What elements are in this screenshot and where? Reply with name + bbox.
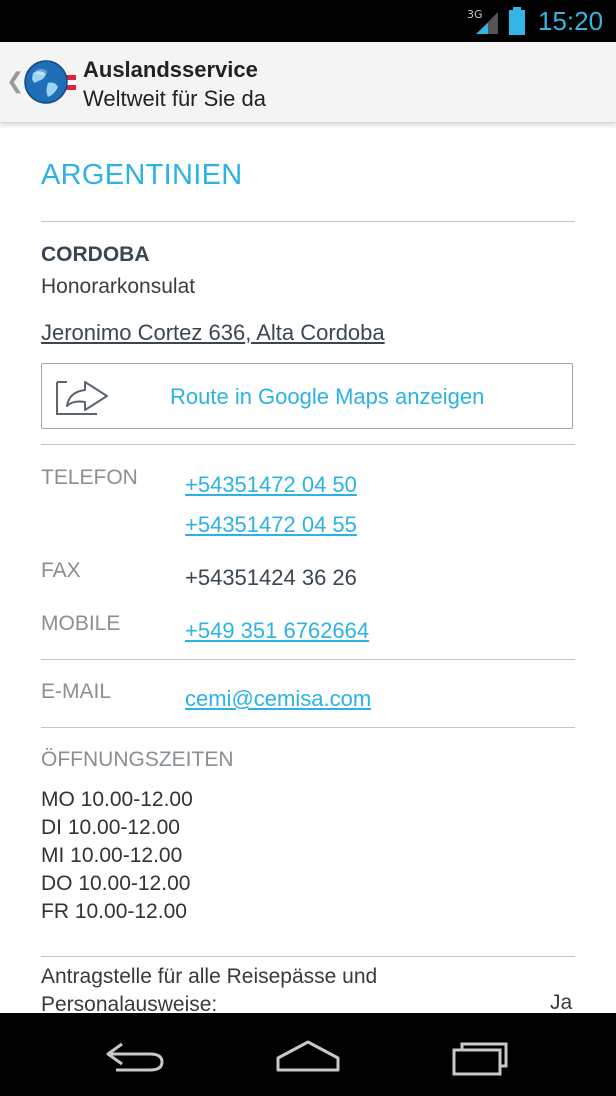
phone-number[interactable]: +54351472 04 50 xyxy=(185,472,357,497)
telefon-label: TELEFON xyxy=(41,466,138,489)
email-link[interactable]: cemi@cemisa.com xyxy=(185,686,371,712)
hours-line: MO 10.00-12.00 xyxy=(41,788,193,811)
clock: 15:20 xyxy=(538,6,604,36)
battery-icon xyxy=(509,7,525,35)
divider xyxy=(41,659,575,660)
country-heading: ARGENTINIEN xyxy=(41,159,243,191)
mobile-link[interactable]: +549 351 6762664 xyxy=(185,618,369,644)
email-label: E-MAIL xyxy=(41,680,112,703)
status-bar: 3G 15:20 xyxy=(0,0,616,42)
divider xyxy=(41,444,575,445)
passport-info: Antragstelle für alle Reisepässe und Per… xyxy=(41,963,377,1013)
home-icon[interactable] xyxy=(274,1038,342,1074)
mobile-label: MOBILE xyxy=(41,612,121,635)
signal-icon xyxy=(476,12,498,34)
divider xyxy=(41,956,575,957)
route-google-maps-button[interactable]: Route in Google Maps anzeigen xyxy=(41,363,573,429)
passport-value: Ja xyxy=(550,991,573,1013)
phone-link-1[interactable]: +54351472 04 50 xyxy=(185,472,357,498)
consulate-detail[interactable]: ARGENTINIEN CORDOBA Honorarkonsulat Jero… xyxy=(0,123,616,1013)
navigation-bar xyxy=(0,1013,616,1096)
phone-link-2[interactable]: +54351472 04 55 xyxy=(185,512,357,538)
route-button-label: Route in Google Maps anzeigen xyxy=(170,384,485,409)
city-name: CORDOBA xyxy=(41,243,150,266)
app-subtitle: Weltweit für Sie da xyxy=(83,86,267,111)
hours-line: DO 10.00-12.00 xyxy=(41,872,191,895)
app-title: Auslandsservice xyxy=(83,57,258,82)
back-icon[interactable] xyxy=(104,1038,166,1074)
passport-info-line: Personalausweise: xyxy=(41,993,218,1013)
hours-line: FR 10.00-12.00 xyxy=(41,900,187,923)
divider xyxy=(41,727,575,728)
consulate-type: Honorarkonsulat xyxy=(41,275,196,298)
recent-apps-icon[interactable] xyxy=(452,1038,514,1076)
address-link[interactable]: Jeronimo Cortez 636, Alta Cordoba xyxy=(41,320,385,346)
chevron-left-icon[interactable]: ❮ xyxy=(6,69,24,94)
phone-number[interactable]: +54351472 04 55 xyxy=(185,512,357,537)
hours-line: MI 10.00-12.00 xyxy=(41,844,183,867)
globe-icon[interactable] xyxy=(24,59,78,105)
hours-line: DI 10.00-12.00 xyxy=(41,816,180,839)
action-bar: ❮ Auslandsservice Weltweit für Sie da xyxy=(0,42,616,123)
hours-label: ÖFFNUNGSZEITEN xyxy=(41,748,234,771)
route-arrow-icon xyxy=(56,381,108,415)
fax-number: +54351424 36 26 xyxy=(185,565,357,590)
divider xyxy=(41,221,575,222)
fax-label: FAX xyxy=(41,559,81,582)
mobile-number[interactable]: +549 351 6762664 xyxy=(185,618,369,643)
passport-info-line: Antragstelle für alle Reisepässe und xyxy=(41,965,378,988)
email-address[interactable]: cemi@cemisa.com xyxy=(185,686,371,711)
